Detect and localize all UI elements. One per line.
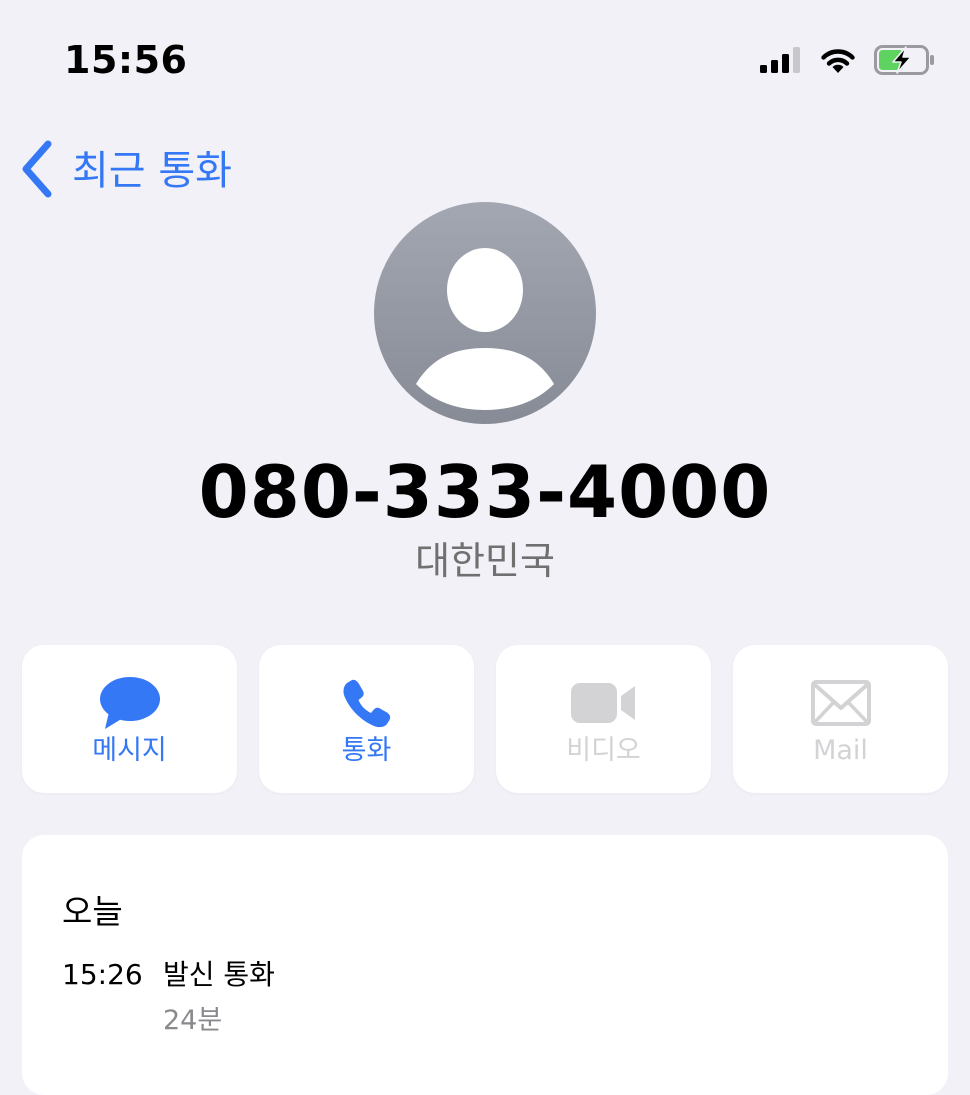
message-button[interactable]: 메시지 [22, 645, 237, 793]
cellular-signal-icon [760, 47, 802, 73]
call-entry-duration: 24분 [163, 1005, 223, 1036]
call-history-card: 오늘 15:26 발신 통화 24분 [22, 835, 948, 1095]
back-button[interactable]: 최근 통화 [20, 140, 232, 202]
mail-button[interactable]: Mail [733, 645, 948, 793]
status-time: 15:56 [64, 38, 188, 82]
envelope-icon [733, 673, 948, 733]
video-button[interactable]: 비디오 [496, 645, 711, 793]
call-history-date-header: 오늘 [62, 892, 123, 931]
call-button[interactable]: 통화 [259, 645, 474, 793]
back-button-label: 최근 통화 [72, 148, 232, 194]
country-label: 대한민국 [415, 539, 555, 583]
call-entry-type: 발신 통화 [163, 958, 275, 991]
status-icons [760, 40, 936, 80]
action-buttons: 메시지 통화 비디오 Mail [22, 645, 948, 793]
phone-icon [259, 673, 474, 733]
call-entry-time: 15:26 [62, 958, 143, 991]
chevron-left-icon [20, 140, 54, 202]
phone-number: 080-333-4000 [198, 450, 772, 534]
battery-charging-icon [874, 45, 936, 75]
message-button-label: 메시지 [92, 735, 167, 766]
mail-button-label: Mail [813, 735, 868, 766]
person-placeholder-icon [374, 202, 596, 424]
call-button-label: 통화 [341, 735, 392, 766]
contact-avatar [374, 202, 596, 424]
video-button-label: 비디오 [566, 735, 641, 766]
video-camera-icon [496, 673, 711, 733]
wifi-icon [820, 46, 856, 74]
message-bubble-icon [22, 673, 237, 733]
